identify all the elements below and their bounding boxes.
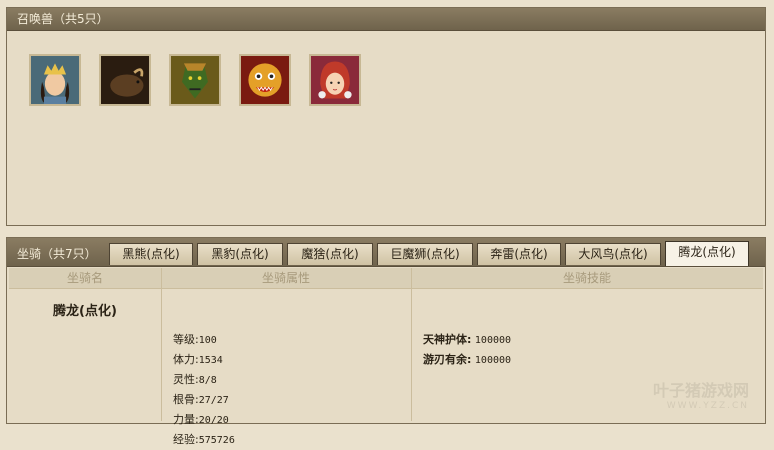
attr-strength: 力量:20/20 [173,413,229,426]
summon-panel: 召唤兽（共5只） [6,7,766,226]
tab-mount-4[interactable]: 巨魔狮(点化) [377,243,473,265]
skill-row: 游刃有余: 100000 [423,353,512,366]
pet-portrait-4[interactable] [239,54,291,106]
pink-hair-girl-portrait-icon [311,56,359,104]
mount-panel: 坐骑（共7只） 黑熊(点化) 黑豹(点化) 魔猞(点化) 巨魔狮(点化) 奔雷(… [6,237,766,446]
column-divider [161,268,162,421]
site-watermark: 叶子猪游戏网 WWW.YZZ.CN [652,381,749,411]
column-mount-attributes: 坐骑属性 [261,271,310,285]
pet-portrait-5[interactable] [309,54,361,106]
pet-portrait-2[interactable] [99,54,151,106]
pet-list [29,54,361,106]
skill-row: 天神护体: 100000 [423,333,512,346]
attr-stamina: 体力:1534 [173,353,223,366]
mount-count-label: 坐骑（共7只） [17,247,97,261]
pet-portrait-3[interactable] [169,54,221,106]
tab-mount-6[interactable]: 大风鸟(点化) [565,243,661,265]
tab-mount-7[interactable]: 腾龙(点化) [665,241,749,266]
summon-title: 召唤兽（共5只） [7,8,765,31]
attr-spirit: 灵性:8/8 [173,373,217,386]
crowned-woman-portrait-icon [31,56,79,104]
attr-bone: 根骨:27/27 [173,393,229,406]
lion-dance-portrait-icon [241,56,289,104]
tab-mount-5[interactable]: 奔雷(点化) [477,243,561,265]
attr-level: 等级:100 [173,333,217,346]
mount-tabbar: 坐骑（共7只） 黑熊(点化) 黑豹(点化) 魔猞(点化) 巨魔狮(点化) 奔雷(… [7,238,765,267]
attr-experience: 经验:575726 [173,433,235,446]
column-divider [411,268,412,421]
column-mount-skills: 坐骑技能 [562,271,611,285]
mount-table: 坐骑名 坐骑属性 坐骑技能 腾龙(点化) 等级:100 体力:1534 灵性:8… [9,268,763,446]
ox-portrait-icon [101,56,149,104]
green-ogre-portrait-icon [171,56,219,104]
mount-attributes: 等级:100 体力:1534 灵性:8/8 根骨:27/27 力量:20/20 … [173,330,235,450]
selected-mount-name: 腾龙(点化) [53,304,117,319]
table-header: 坐骑名 坐骑属性 坐骑技能 [9,268,763,289]
mount-skills: 天神护体: 100000 游刃有余: 100000 [423,330,511,370]
tab-mount-2[interactable]: 黑豹(点化) [197,243,283,265]
pet-portrait-1[interactable] [29,54,81,106]
tab-mount-1[interactable]: 黑熊(点化) [109,243,193,265]
column-mount-name: 坐骑名 [66,271,103,285]
tab-mount-3[interactable]: 魔猞(点化) [287,243,373,265]
